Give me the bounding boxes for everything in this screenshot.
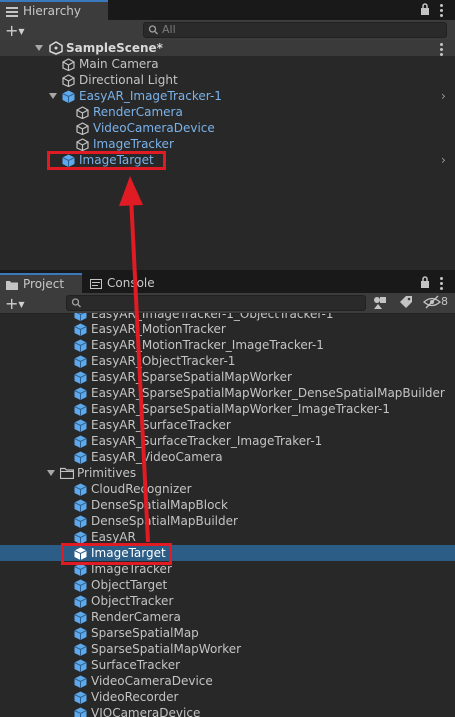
annotation-arrow <box>119 176 150 543</box>
annotation-arrow-head <box>119 176 143 206</box>
annotation-arrow-shaft <box>129 195 150 543</box>
